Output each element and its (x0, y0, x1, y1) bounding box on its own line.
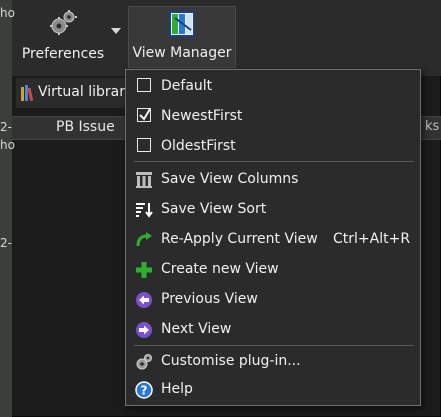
menu-item-create-new-view[interactable]: Create new View (127, 255, 419, 285)
menu-item-label: OldestFirst (161, 138, 236, 154)
preferences-button[interactable]: Preferences (16, 6, 110, 68)
menu-item-label: NewestFirst (161, 108, 243, 124)
svg-text:?: ? (141, 384, 148, 398)
column-header-pb-issue[interactable]: PB Issue (56, 119, 115, 135)
menu-item-oldestfirst[interactable]: OldestFirst (127, 132, 419, 162)
menu-separator (134, 345, 414, 346)
menu-item-shortcut: Ctrl+Alt+R (333, 231, 411, 247)
menu-item-label: Next View (161, 321, 232, 337)
partial-text: ho (0, 6, 15, 20)
menu-item-save-view-sort[interactable]: Save View Sort (127, 195, 419, 225)
virtual-library-label: Virtual library (38, 84, 134, 100)
partial-text: 2- (0, 236, 12, 250)
menu-item-reapply-current-view[interactable]: Re-Apply Current View Ctrl+Alt+R (127, 225, 419, 255)
menu-item-label: Save View Sort (161, 201, 267, 217)
help-icon: ? (135, 381, 153, 399)
column-header-partial[interactable]: ks (425, 119, 439, 134)
menu-item-customise-plugin[interactable]: Customise plug-in... (127, 347, 419, 377)
checkbox-unchecked-icon (137, 138, 151, 152)
chevron-down-icon[interactable] (111, 28, 121, 34)
sort-icon (135, 201, 153, 219)
checkbox-unchecked-icon (137, 78, 151, 92)
menu-item-newestfirst[interactable]: NewestFirst (127, 102, 419, 132)
partial-text: 2- (0, 120, 12, 134)
previous-icon (135, 291, 153, 309)
gears-icon (135, 353, 153, 371)
menu-item-help[interactable]: ? Help (127, 375, 419, 405)
menu-item-label: Customise plug-in... (161, 353, 301, 369)
books-icon (21, 85, 35, 105)
background-book-list-strip: ho 2- ho 2- (0, 0, 15, 417)
gears-icon (47, 9, 79, 43)
menu-item-label: Save View Columns (161, 171, 299, 187)
menu-item-label: Default (161, 78, 213, 94)
menu-item-next-view[interactable]: Next View (127, 315, 419, 345)
columns-icon (135, 171, 153, 189)
plus-icon (135, 261, 153, 279)
virtual-library-button[interactable]: Virtual library (16, 78, 134, 108)
next-icon (135, 321, 153, 339)
view-manager-label: View Manager (132, 45, 232, 61)
view-manager-icon (167, 10, 197, 44)
checkbox-checked-icon (137, 108, 151, 122)
view-manager-dropdown-menu: Default NewestFirst OldestFirst Save Vie… (125, 69, 421, 406)
reapply-arrow-icon (135, 231, 153, 249)
view-manager-button[interactable]: View Manager (128, 6, 236, 68)
menu-item-previous-view[interactable]: Previous View (127, 285, 419, 315)
menu-item-save-view-columns[interactable]: Save View Columns (127, 165, 419, 195)
partial-text: ho (0, 138, 15, 152)
menu-item-default[interactable]: Default (127, 72, 419, 102)
menu-item-label: Help (161, 381, 193, 397)
menu-item-label: Previous View (161, 291, 258, 307)
preferences-label: Preferences (21, 46, 105, 62)
menu-item-label: Re-Apply Current View (161, 231, 318, 247)
menu-separator (134, 161, 414, 162)
menu-item-label: Create new View (161, 261, 279, 277)
